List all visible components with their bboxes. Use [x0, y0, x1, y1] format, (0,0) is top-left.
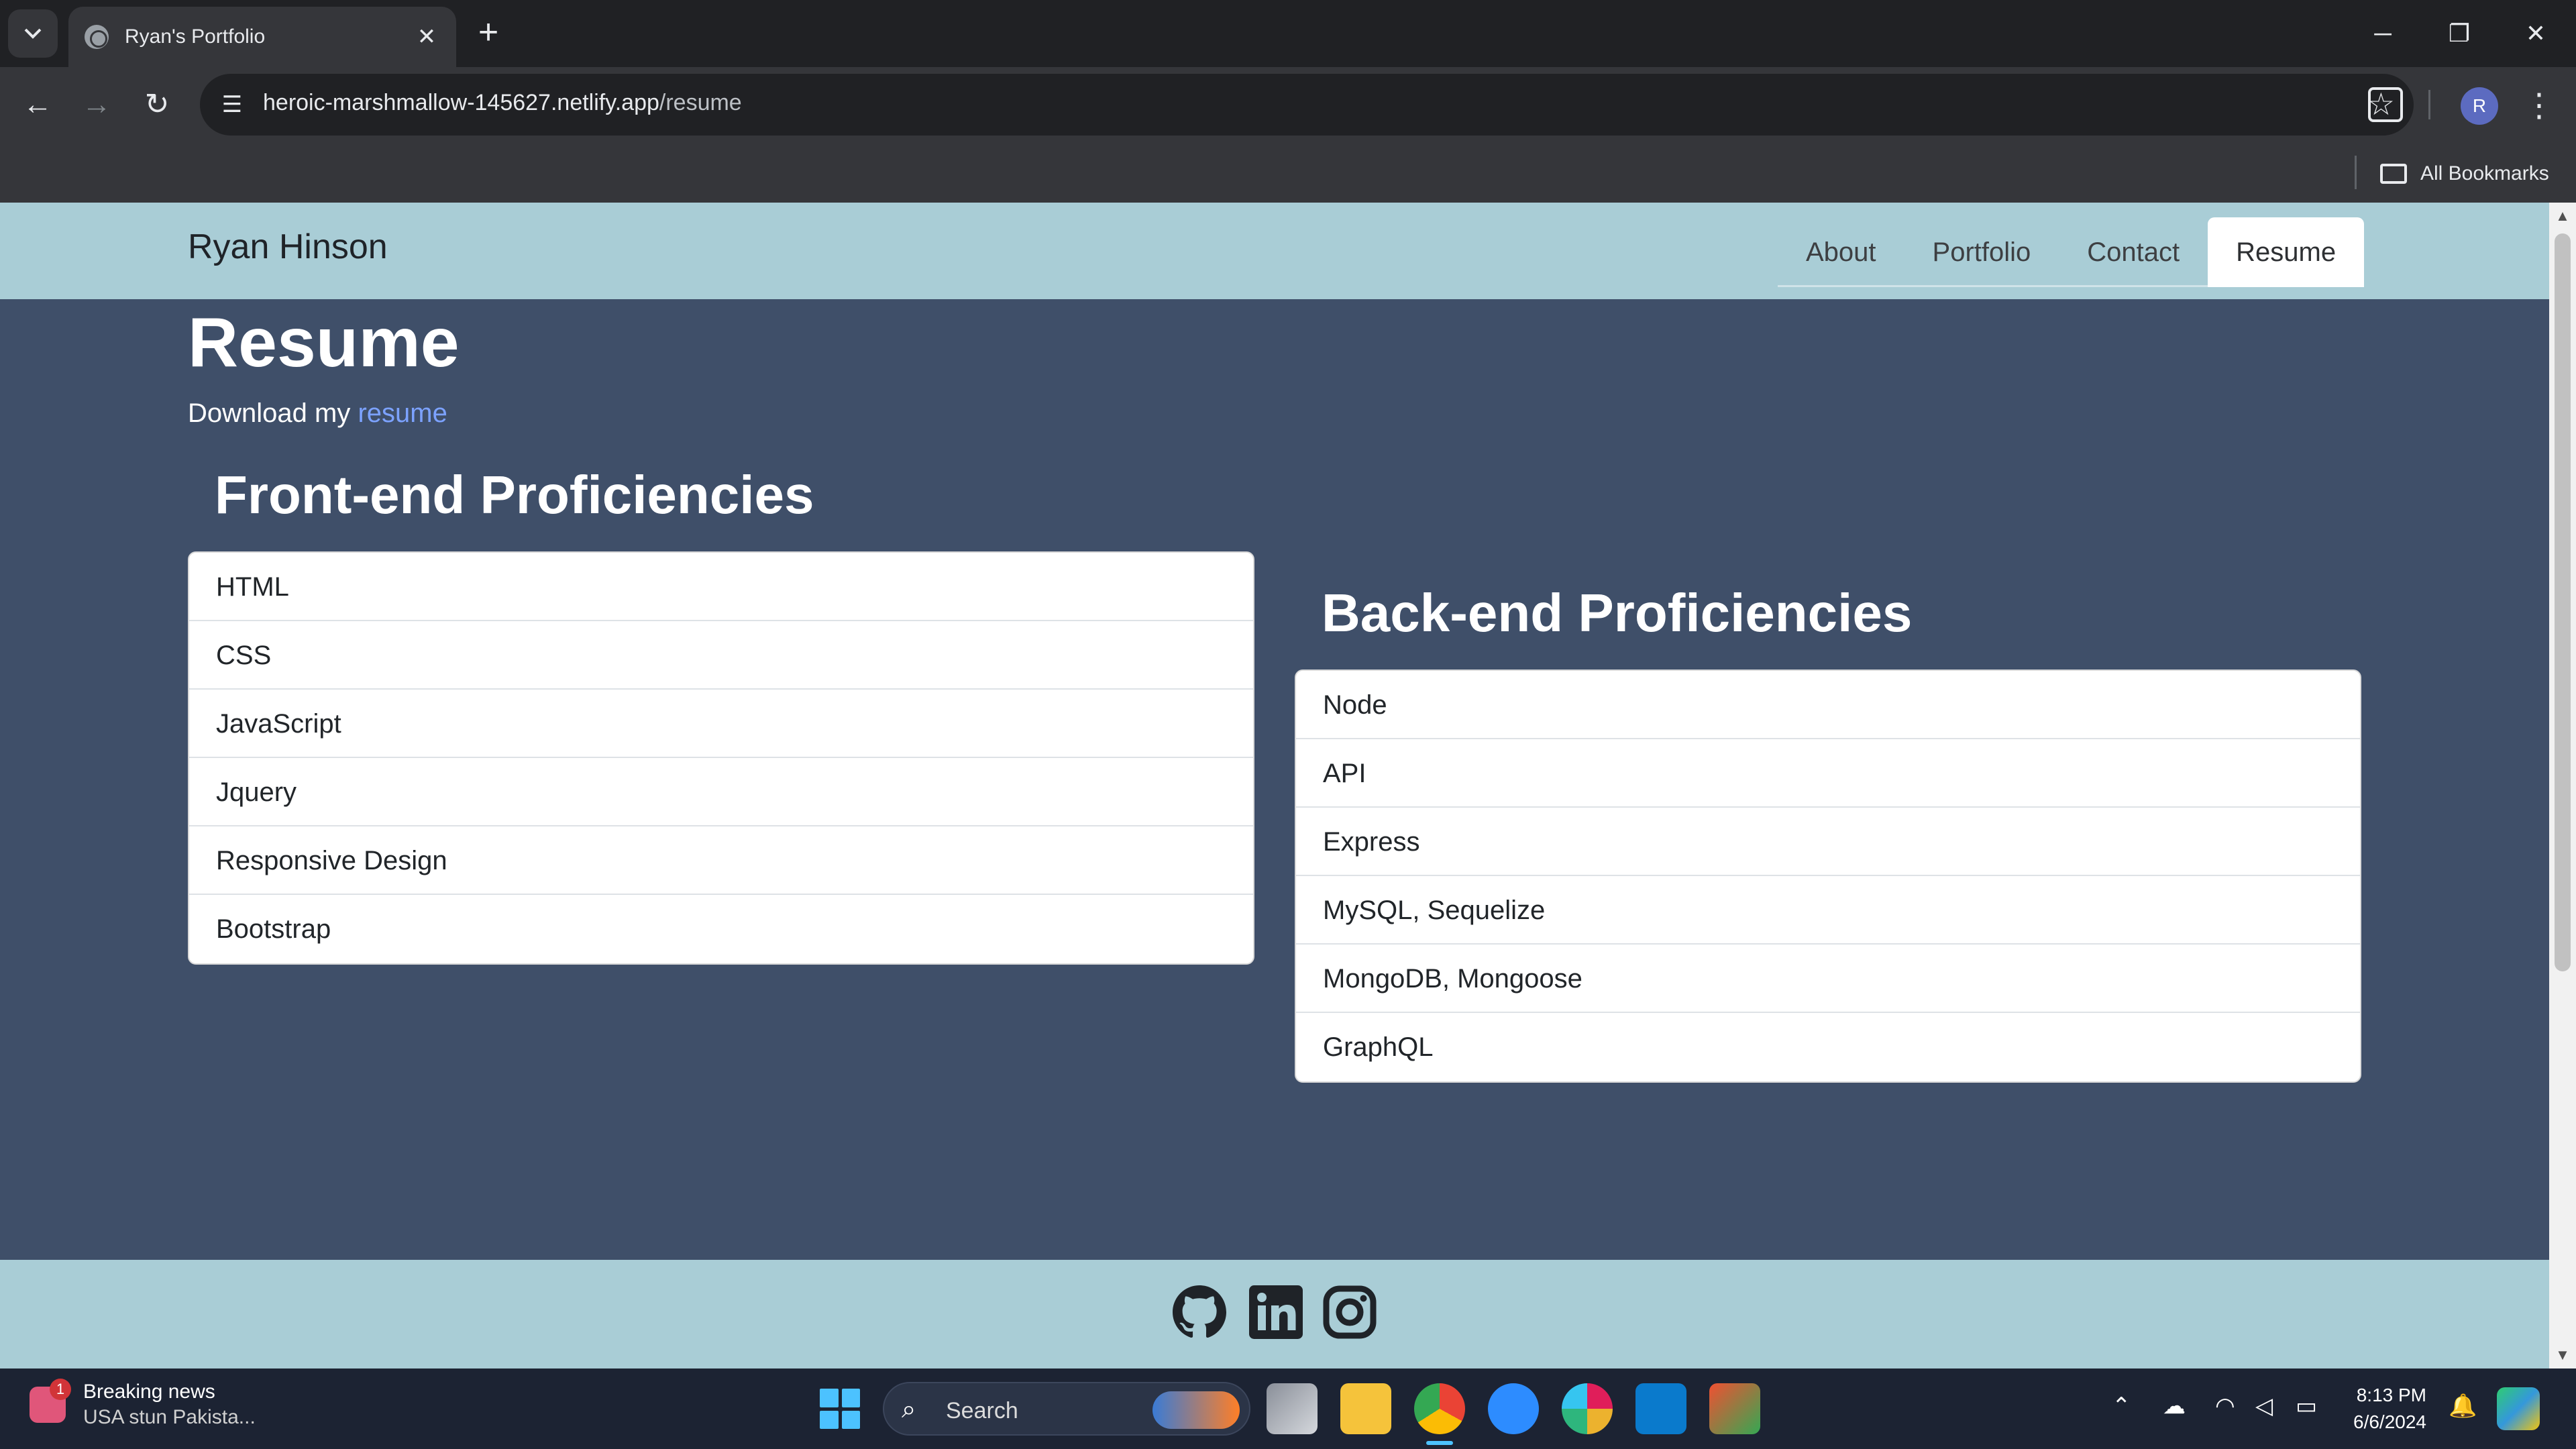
- instagram-icon[interactable]: [1323, 1285, 1377, 1339]
- news-widget[interactable]: 1 Breaking news USA stun Pakista...: [30, 1379, 256, 1429]
- browser-toolbar: ← → ↻ ☰ heroic-marshmallow-145627.netlif…: [0, 67, 2576, 144]
- tray-chevron-icon[interactable]: ⌃: [2112, 1393, 2131, 1419]
- url-text[interactable]: heroic-marshmallow-145627.netlify.app/re…: [263, 90, 742, 116]
- list-item: JavaScript: [189, 690, 1253, 758]
- list-item: Jquery: [189, 758, 1253, 826]
- folder-icon: [2380, 164, 2407, 184]
- site-brand[interactable]: Ryan Hinson: [188, 227, 388, 267]
- page-scrollbar[interactable]: ▲ ▼: [2549, 203, 2576, 1368]
- bookmarks-divider: [2355, 156, 2357, 189]
- download-prefix: Download my: [188, 398, 358, 428]
- news-count-badge: 1: [50, 1379, 71, 1400]
- chevron-down-icon: [24, 28, 42, 39]
- more-menu-icon[interactable]: ⋮: [2522, 82, 2556, 130]
- backend-list: Node API Express MySQL, Sequelize MongoD…: [1295, 669, 2361, 1083]
- page-title: Resume: [188, 304, 460, 382]
- search-highlight-icon: [1152, 1391, 1240, 1429]
- reload-icon[interactable]: ↻: [133, 80, 181, 129]
- task-view-icon[interactable]: [1267, 1383, 1318, 1434]
- toolbar-divider: [2428, 90, 2430, 119]
- back-arrow-icon[interactable]: ←: [13, 80, 62, 129]
- news-subtitle: USA stun Pakista...: [83, 1406, 256, 1428]
- linkedin-icon[interactable]: [1249, 1285, 1303, 1339]
- download-line: Download my resume: [188, 398, 447, 429]
- site-info-icon[interactable]: ☰: [216, 89, 248, 121]
- onedrive-icon[interactable]: ☁: [2163, 1393, 2186, 1419]
- tab-search-button[interactable]: [8, 9, 58, 58]
- close-tab-icon[interactable]: ✕: [413, 23, 440, 50]
- extensions-icon[interactable]: [2368, 87, 2403, 122]
- tab-title: Ryan's Portfolio: [125, 25, 266, 48]
- volume-icon[interactable]: ◁: [2255, 1393, 2273, 1419]
- news-icon: 1: [30, 1379, 71, 1423]
- list-item: API: [1296, 739, 2360, 808]
- wifi-icon[interactable]: ◠: [2215, 1393, 2235, 1419]
- list-item: CSS: [189, 621, 1253, 690]
- git-app-icon[interactable]: [1709, 1383, 1760, 1434]
- site-nav: About Portfolio Contact Resume: [1778, 217, 2365, 287]
- list-item: Node: [1296, 671, 2360, 739]
- list-item: Bootstrap: [216, 914, 331, 944]
- scroll-down-icon[interactable]: ▼: [2549, 1342, 2576, 1368]
- file-explorer-icon[interactable]: [1340, 1383, 1391, 1434]
- slack-icon[interactable]: [1562, 1383, 1613, 1434]
- backend-heading: Back-end Proficiencies: [1322, 583, 1913, 643]
- nav-portfolio[interactable]: Portfolio: [1904, 217, 2059, 287]
- browser-tab[interactable]: Ryan's Portfolio ✕: [68, 7, 456, 67]
- taskbar-search-label: Search: [946, 1398, 1018, 1424]
- list-item: HTML: [189, 553, 1253, 621]
- site-footer: [0, 1260, 2549, 1368]
- nav-about[interactable]: About: [1778, 217, 1904, 287]
- browser-tab-bar: Ryan's Portfolio ✕ + ─ ❐ ✕: [0, 0, 2576, 67]
- clock-date: 6/6/2024: [2353, 1411, 2426, 1432]
- restore-button[interactable]: ❐: [2439, 15, 2479, 52]
- address-bar[interactable]: ☰ heroic-marshmallow-145627.netlify.app/…: [200, 74, 2414, 136]
- clock-time: 8:13 PM: [2356, 1385, 2426, 1405]
- taskbar-search[interactable]: ⌕ Search: [883, 1382, 1250, 1436]
- page-viewport: Ryan Hinson About Portfolio Contact Resu…: [0, 203, 2549, 1368]
- frontend-list: HTML CSS JavaScript Jquery Responsive De…: [188, 551, 1254, 965]
- profile-avatar[interactable]: R: [2461, 87, 2498, 125]
- nav-contact[interactable]: Contact: [2059, 217, 2208, 287]
- vscode-icon[interactable]: [1635, 1383, 1686, 1434]
- news-title: Breaking news: [83, 1381, 215, 1403]
- windows-start-icon[interactable]: [820, 1389, 860, 1429]
- new-tab-button[interactable]: +: [470, 15, 507, 52]
- chrome-active-indicator: [1426, 1441, 1453, 1445]
- clock[interactable]: 8:13 PM 6/6/2024: [2353, 1382, 2426, 1436]
- list-item: GraphQL: [1323, 1032, 1434, 1062]
- frontend-heading: Front-end Proficiencies: [215, 465, 814, 525]
- list-item: MySQL, Sequelize: [1296, 876, 2360, 945]
- zoom-icon[interactable]: [1488, 1383, 1539, 1434]
- close-window-button[interactable]: ✕: [2516, 15, 2556, 52]
- search-icon: ⌕: [902, 1395, 916, 1424]
- notification-bell-icon[interactable]: 🔔: [2449, 1393, 2477, 1419]
- github-icon[interactable]: [1173, 1285, 1226, 1339]
- minimize-button[interactable]: ─: [2363, 15, 2403, 52]
- list-item: Express: [1296, 808, 2360, 876]
- globe-icon: [85, 25, 109, 49]
- copilot-icon[interactable]: [2497, 1387, 2540, 1430]
- resume-download-link[interactable]: resume: [358, 398, 447, 428]
- site-header: Ryan Hinson About Portfolio Contact Resu…: [0, 203, 2549, 299]
- list-item: MongoDB, Mongoose: [1296, 945, 2360, 1013]
- forward-arrow-icon[interactable]: →: [72, 80, 121, 129]
- battery-icon[interactable]: ▭: [2296, 1393, 2317, 1419]
- scroll-up-icon[interactable]: ▲: [2549, 203, 2576, 229]
- chrome-icon[interactable]: [1414, 1383, 1465, 1434]
- windows-taskbar: 1 Breaking news USA stun Pakista... ⌕ Se…: [0, 1368, 2576, 1449]
- bookmarks-bar: All Bookmarks: [0, 144, 2576, 203]
- scroll-thumb[interactable]: [2555, 233, 2571, 971]
- all-bookmarks-button[interactable]: All Bookmarks: [2380, 156, 2549, 192]
- all-bookmarks-label: All Bookmarks: [2420, 162, 2549, 184]
- list-item: Responsive Design: [189, 826, 1253, 895]
- nav-resume[interactable]: Resume: [2208, 217, 2365, 287]
